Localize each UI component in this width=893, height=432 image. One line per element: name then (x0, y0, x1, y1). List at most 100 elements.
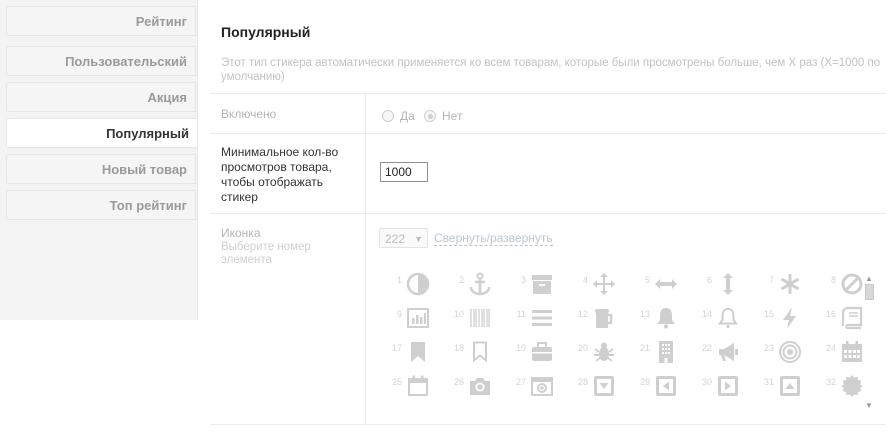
bell-outline-icon[interactable] (716, 306, 740, 330)
book-icon[interactable] (840, 306, 864, 330)
bookmark-outline-icon[interactable] (468, 340, 492, 364)
divider (210, 424, 886, 425)
icon-option[interactable]: 29 (626, 370, 688, 402)
icon-option-number: 21 (639, 343, 650, 353)
enabled-label: Включено (221, 107, 277, 121)
icon-option[interactable]: 11 (502, 302, 564, 334)
icon-option[interactable]: 2 (440, 268, 502, 300)
icon-option-number: 30 (701, 377, 712, 387)
enabled-yes-label[interactable]: Да (400, 109, 415, 123)
bolt-icon[interactable] (778, 306, 802, 330)
icon-option[interactable]: 12 (564, 302, 626, 334)
enabled-no-radio[interactable] (424, 110, 436, 122)
icon-option[interactable]: 9 (378, 302, 440, 334)
bug-icon[interactable] (592, 340, 616, 364)
certificate-icon[interactable] (840, 374, 864, 398)
icon-grid-scrollbar[interactable]: ▲ ▼ (862, 274, 876, 410)
ban-icon[interactable] (840, 272, 864, 296)
briefcase-icon[interactable] (530, 340, 554, 364)
archive-icon[interactable] (530, 272, 554, 296)
bookmark-filled-icon[interactable] (406, 340, 430, 364)
caret-square-right-icon[interactable] (716, 374, 740, 398)
icon-option[interactable]: 18 (440, 336, 502, 368)
icon-option-number: 17 (391, 343, 402, 353)
sidebar-item-custom[interactable]: Пользовательский (6, 46, 196, 76)
building-icon[interactable] (654, 340, 678, 364)
beer-icon[interactable] (592, 306, 616, 330)
camera-icon[interactable] (468, 374, 492, 398)
icon-option[interactable]: 6 (688, 268, 750, 300)
icon-option[interactable]: 15 (750, 302, 812, 334)
icon-option[interactable]: 7 (750, 268, 812, 300)
icon-option[interactable]: 4 (564, 268, 626, 300)
icon-number-select[interactable]: 222 ▼ (379, 228, 428, 248)
icon-option[interactable]: 21 (626, 336, 688, 368)
icon-option-number: 1 (396, 275, 402, 285)
bell-filled-icon[interactable] (654, 306, 678, 330)
icon-option-number: 20 (577, 343, 588, 353)
min-views-input[interactable] (380, 162, 428, 182)
move-arrows-icon[interactable] (592, 272, 616, 296)
horizontal-arrows-icon[interactable] (654, 272, 678, 296)
icon-grid: 1 2 3 4 5 6 7 8 9 10 11 12 13 14 15 16 17 18 19 20 21 22 23 24 2… (378, 268, 868, 418)
icon-option[interactable]: 20 (564, 336, 626, 368)
calendar-outline-icon[interactable] (406, 374, 430, 398)
sidebar-item-new-product[interactable]: Новый товар (6, 154, 196, 184)
sidebar-item-sale[interactable]: Акция (6, 82, 196, 112)
contrast-icon[interactable] (406, 272, 430, 296)
icon-option-number: 4 (582, 275, 588, 285)
bullhorn-icon[interactable] (716, 340, 740, 364)
icon-option[interactable]: 19 (502, 336, 564, 368)
icon-number-value: 222 (385, 232, 406, 246)
scrollbar-thumb[interactable] (865, 284, 874, 300)
icon-option[interactable]: 5 (626, 268, 688, 300)
divider (210, 93, 886, 94)
scroll-up-icon[interactable]: ▲ (865, 274, 873, 283)
sidebar-item-rating[interactable]: Рейтинг (6, 6, 196, 36)
bar-chart-icon[interactable] (406, 306, 430, 330)
icon-option-number: 32 (825, 377, 836, 387)
barcode-icon[interactable] (468, 306, 492, 330)
icon-option[interactable]: 30 (688, 370, 750, 402)
sidebar-item-popular[interactable]: Популярный (6, 118, 197, 148)
icon-option[interactable]: 25 (378, 370, 440, 402)
icon-option[interactable]: 13 (626, 302, 688, 334)
icon-option-number: 8 (830, 275, 836, 285)
icon-option-number: 2 (458, 275, 464, 285)
icon-option[interactable]: 17 (378, 336, 440, 368)
icon-option-number: 6 (706, 275, 712, 285)
icon-option-number: 9 (396, 309, 402, 319)
description-text: Этот тип стикера автоматически применяет… (221, 57, 881, 83)
icon-option-number: 3 (520, 275, 526, 285)
icon-option[interactable]: 27 (502, 370, 564, 402)
icon-option[interactable]: 22 (688, 336, 750, 368)
icon-option[interactable]: 31 (750, 370, 812, 402)
settings-panel: Популярный Этот тип стикера автоматическ… (210, 0, 893, 432)
icon-option[interactable]: 28 (564, 370, 626, 402)
list-icon[interactable] (530, 306, 554, 330)
enabled-no-label[interactable]: Нет (442, 109, 462, 123)
sidebar: Рейтинг Пользовательский Акция Популярны… (0, 0, 198, 320)
asterisk-icon[interactable] (778, 272, 802, 296)
vertical-arrows-icon[interactable] (716, 272, 740, 296)
calendar-filled-icon[interactable] (840, 340, 864, 364)
icon-option-number: 18 (453, 343, 464, 353)
caret-square-left-icon[interactable] (654, 374, 678, 398)
collapse-expand-link[interactable]: Свернуть/развернуть (434, 231, 553, 246)
divider (210, 213, 886, 214)
caret-square-up-icon[interactable] (778, 374, 802, 398)
icon-option[interactable]: 3 (502, 268, 564, 300)
enabled-yes-radio[interactable] (382, 110, 394, 122)
sidebar-item-top-rating[interactable]: Топ рейтинг (6, 190, 196, 220)
icon-option[interactable]: 14 (688, 302, 750, 334)
bullseye-icon[interactable] (778, 340, 802, 364)
scroll-down-icon[interactable]: ▼ (865, 401, 873, 410)
icon-option[interactable]: 10 (440, 302, 502, 334)
icon-option[interactable]: 1 (378, 268, 440, 300)
anchor-icon[interactable] (468, 272, 492, 296)
caret-square-down-icon[interactable] (592, 374, 616, 398)
icon-option[interactable]: 26 (440, 370, 502, 402)
camera-retro-icon[interactable] (530, 374, 554, 398)
icon-option-number: 15 (763, 309, 774, 319)
icon-option[interactable]: 23 (750, 336, 812, 368)
